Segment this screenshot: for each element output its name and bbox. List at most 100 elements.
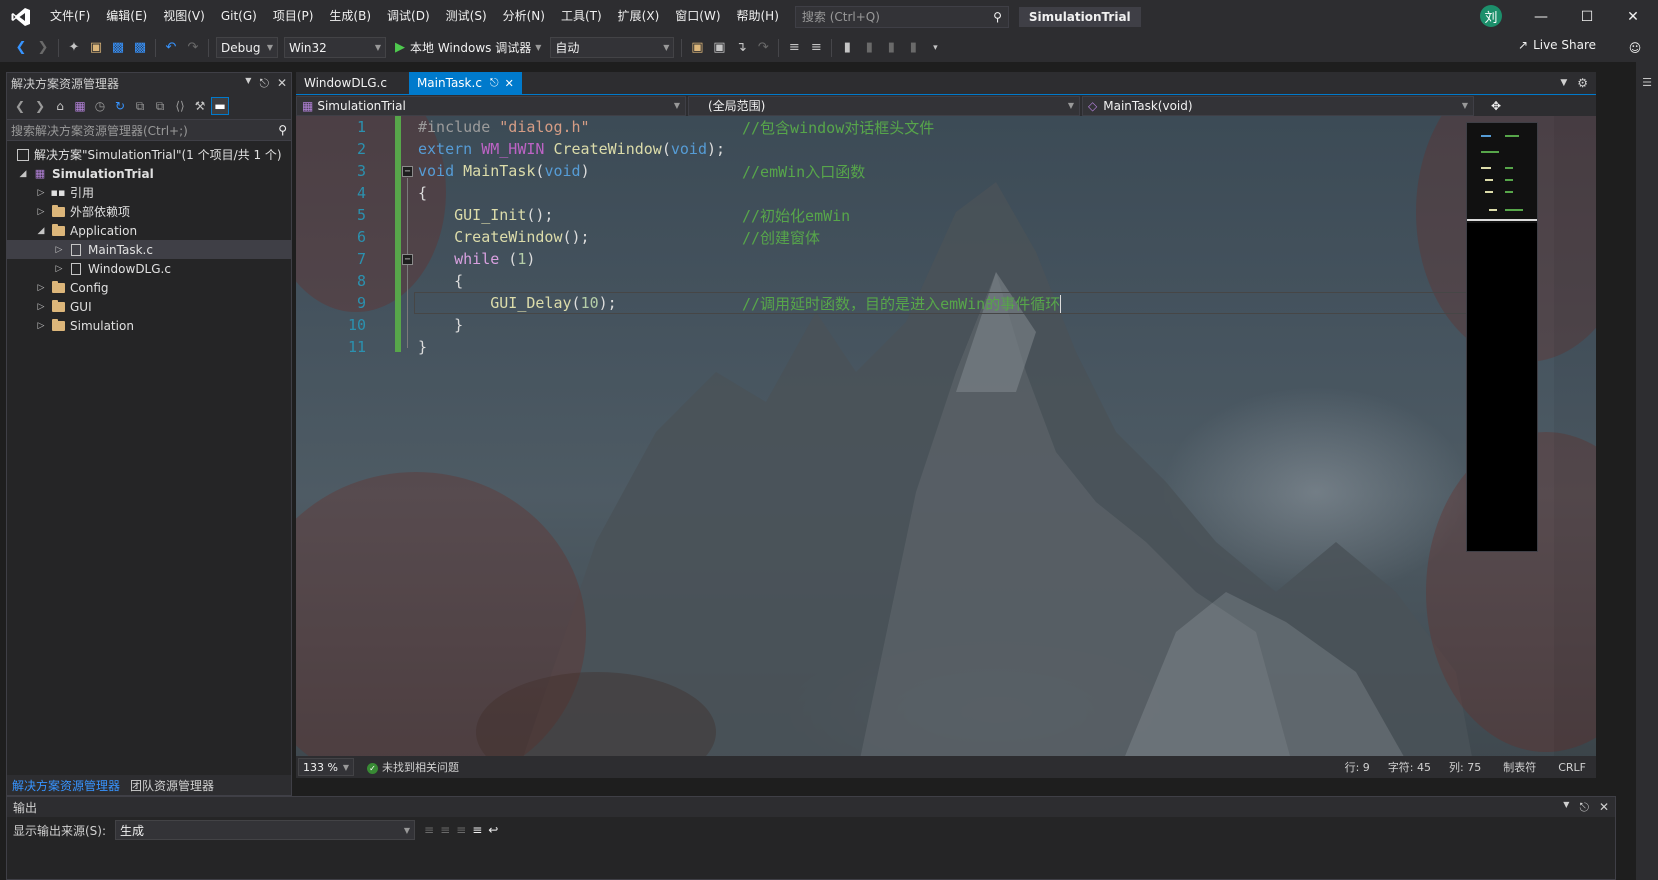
undo-button[interactable]: ↶ bbox=[160, 37, 182, 59]
browser-link-button[interactable]: ▣ bbox=[708, 37, 730, 59]
find-in-files-button[interactable]: ▣ bbox=[686, 37, 708, 59]
tree-item-project[interactable]: ◢ ▦ SimulationTrial bbox=[7, 164, 291, 183]
live-share-button[interactable]: ↗ Live Share bbox=[1518, 38, 1596, 52]
menu-debug[interactable]: 调试(D) bbox=[379, 0, 438, 33]
properties-wrench-icon[interactable]: ⚒ bbox=[191, 97, 209, 115]
code-view-icon[interactable]: ⟨⟩ bbox=[171, 97, 189, 115]
indentation-mode[interactable]: 制表符 bbox=[1503, 759, 1536, 775]
tab-maintask[interactable]: MainTask.c ⎋ ✕ bbox=[408, 72, 522, 94]
tab-solution-explorer[interactable]: 解决方案资源管理器 bbox=[7, 777, 125, 794]
expanded-arrow-icon[interactable]: ◢ bbox=[35, 226, 47, 236]
cursor-column[interactable]: 列: 75 bbox=[1449, 759, 1481, 775]
close-tab-icon[interactable]: ✕ bbox=[505, 77, 514, 90]
collapse-region-icon[interactable]: − bbox=[402, 165, 413, 177]
menu-help[interactable]: 帮助(H) bbox=[729, 0, 787, 33]
solution-config-select[interactable]: Debug ▼ bbox=[216, 37, 278, 58]
tree-item-windowdlg-file[interactable]: ▷ WindowDLG.c bbox=[7, 259, 291, 278]
project-scope-select[interactable]: ▦ SimulationTrial ▼ bbox=[296, 95, 686, 116]
home-icon[interactable]: ⌂ bbox=[51, 97, 69, 115]
step-over-button[interactable]: ↷ bbox=[752, 37, 774, 59]
collapsed-arrow-icon[interactable]: ▷ bbox=[53, 245, 65, 255]
collapsed-arrow-icon[interactable]: ▷ bbox=[35, 188, 47, 198]
type-scope-select[interactable]: (全局范围) ▼ bbox=[688, 95, 1080, 116]
navigate-forward-button[interactable]: ❯ bbox=[32, 37, 54, 59]
pending-changes-icon[interactable]: ◷ bbox=[91, 97, 109, 115]
user-avatar[interactable]: 刘 bbox=[1480, 5, 1502, 27]
next-bookmark-button[interactable]: ▮ bbox=[880, 37, 902, 59]
tab-windowdlg[interactable]: WindowDLG.c bbox=[296, 72, 395, 94]
toolbar-overflow-button[interactable]: ▾ bbox=[924, 37, 946, 59]
output-source-select[interactable]: 生成 ▼ bbox=[115, 820, 416, 840]
tab-list-dropdown-icon[interactable]: ▼ bbox=[1560, 78, 1567, 88]
minimize-button[interactable]: — bbox=[1518, 0, 1564, 33]
pin-icon[interactable]: ⎋ bbox=[259, 76, 269, 91]
pin-icon[interactable]: ⎋ bbox=[1579, 800, 1589, 815]
tree-item-gui-folder[interactable]: ▷ GUI bbox=[7, 297, 291, 316]
menu-edit[interactable]: 编辑(E) bbox=[98, 0, 155, 33]
tree-item-application-folder[interactable]: ◢ Application bbox=[7, 221, 291, 240]
visual-studio-logo-icon[interactable] bbox=[10, 6, 32, 28]
cursor-line[interactable]: 行: 9 bbox=[1345, 759, 1370, 775]
panel-menu-icon[interactable]: ▼ bbox=[1563, 800, 1569, 815]
maximize-button[interactable]: ☐ bbox=[1564, 0, 1610, 33]
member-scope-select[interactable]: ◇ MainTask(void) ▼ bbox=[1082, 95, 1474, 116]
menu-extensions[interactable]: 扩展(X) bbox=[610, 0, 668, 33]
redo-button[interactable]: ↷ bbox=[182, 37, 204, 59]
find-message-icon[interactable]: ≡ bbox=[424, 823, 434, 837]
cursor-char[interactable]: 字符: 45 bbox=[1388, 759, 1431, 775]
solution-explorer-search-input[interactable]: 搜索解决方案资源管理器(Ctrl+;) ⚲ bbox=[7, 119, 291, 141]
code-text-area[interactable]: 1 #include "dialog.h" //包含window对话框头文件 2… bbox=[296, 116, 1554, 756]
line-ending-mode[interactable]: CRLF bbox=[1558, 761, 1586, 774]
issues-indicator[interactable]: ✓ 未找到相关问题 bbox=[367, 759, 459, 775]
tree-item-simulation-folder[interactable]: ▷ Simulation bbox=[7, 316, 291, 335]
switch-views-icon[interactable]: ▦ bbox=[71, 97, 89, 115]
feedback-button[interactable]: ☺ bbox=[1620, 33, 1650, 63]
menu-test[interactable]: 测试(S) bbox=[438, 0, 495, 33]
search-input[interactable]: 搜索 (Ctrl+Q) ⚲ bbox=[794, 5, 1009, 28]
tree-item-config-folder[interactable]: ▷ Config bbox=[7, 278, 291, 297]
pin-tab-icon[interactable]: ⎋ bbox=[490, 76, 499, 90]
toggle-bookmark-button[interactable]: ▮ bbox=[836, 37, 858, 59]
tree-item-maintask-file[interactable]: ▷ MainTask.c bbox=[7, 240, 291, 259]
tab-team-explorer[interactable]: 团队资源管理器 bbox=[125, 777, 219, 794]
collapse-all-icon[interactable]: ⧉ bbox=[131, 97, 149, 115]
close-icon[interactable]: ✕ bbox=[277, 76, 287, 91]
collapsed-arrow-icon[interactable]: ▷ bbox=[35, 302, 47, 312]
tree-item-external-deps[interactable]: ▷ 外部依赖项 bbox=[7, 202, 291, 221]
step-into-button[interactable]: ↴ bbox=[730, 37, 752, 59]
menu-analyze[interactable]: 分析(N) bbox=[495, 0, 553, 33]
solution-platform-select[interactable]: Win32 ▼ bbox=[284, 37, 386, 58]
clear-bookmarks-button[interactable]: ▮ bbox=[902, 37, 924, 59]
menu-window[interactable]: 窗口(W) bbox=[667, 0, 728, 33]
preview-selected-icon[interactable]: ▬ bbox=[211, 97, 229, 115]
close-icon[interactable]: ✕ bbox=[1599, 800, 1609, 815]
navigate-back-button[interactable]: ❮ bbox=[10, 37, 32, 59]
forward-icon[interactable]: ❯ bbox=[31, 97, 49, 115]
menu-view[interactable]: 视图(V) bbox=[155, 0, 213, 33]
back-icon[interactable]: ❮ bbox=[11, 97, 29, 115]
sync-icon[interactable]: ↻ bbox=[111, 97, 129, 115]
zoom-select[interactable]: 133 % ▼ bbox=[298, 758, 354, 776]
menu-file[interactable]: 文件(F) bbox=[42, 0, 98, 33]
go-next-message-icon[interactable]: ≡ bbox=[456, 823, 466, 837]
expanded-arrow-icon[interactable]: ◢ bbox=[17, 169, 29, 179]
menu-git[interactable]: Git(G) bbox=[213, 0, 265, 33]
collapsed-arrow-icon[interactable]: ▷ bbox=[35, 207, 47, 217]
collapsed-arrow-icon[interactable]: ▷ bbox=[35, 283, 47, 293]
code-minimap[interactable] bbox=[1466, 122, 1538, 552]
toggle-word-wrap-icon[interactable]: ↩ bbox=[488, 823, 498, 837]
collapsed-arrow-icon[interactable]: ▷ bbox=[35, 321, 47, 331]
start-debugging-button[interactable]: ▶ 本地 Windows 调试器 ▼ bbox=[395, 39, 541, 56]
new-project-button[interactable]: ✦ bbox=[63, 37, 85, 59]
tree-item-references[interactable]: ▷ ▪▪ 引用 bbox=[7, 183, 291, 202]
menu-tools[interactable]: 工具(T) bbox=[553, 0, 610, 33]
comment-out-button[interactable]: ≡ bbox=[783, 37, 805, 59]
clear-all-icon[interactable]: ≡ bbox=[472, 823, 482, 837]
go-previous-message-icon[interactable]: ≡ bbox=[440, 823, 450, 837]
save-all-button[interactable]: ▩ bbox=[129, 37, 151, 59]
close-window-button[interactable]: ✕ bbox=[1610, 0, 1656, 33]
uncomment-button[interactable]: ≡ bbox=[805, 37, 827, 59]
vertical-scrollbar[interactable] bbox=[1554, 116, 1596, 756]
show-all-files-icon[interactable]: ⧉ bbox=[151, 97, 169, 115]
debug-mode-select[interactable]: 自动 ▼ bbox=[550, 37, 675, 58]
